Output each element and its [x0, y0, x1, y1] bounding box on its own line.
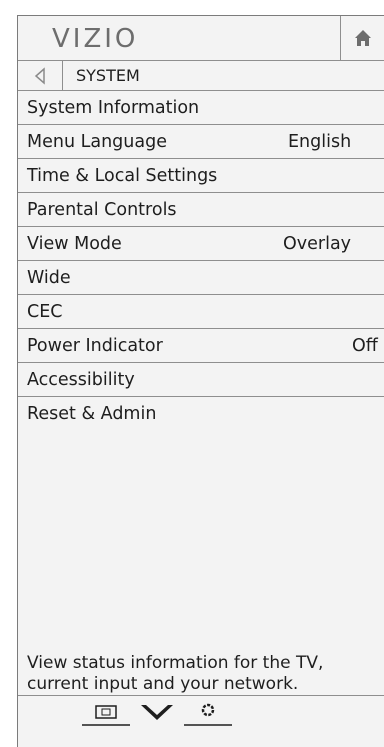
menu-item-power-indicator[interactable]: Power Indicator Off — [18, 329, 384, 363]
home-button[interactable] — [340, 16, 384, 60]
input-icon[interactable] — [82, 704, 130, 726]
navigation-row: SYSTEM — [18, 61, 384, 91]
menu-item-label: Wide — [27, 268, 71, 288]
menu-item-parental-controls[interactable]: Parental Controls — [18, 193, 384, 227]
vizio-logo: VIZIO — [52, 24, 139, 54]
menu-item-accessibility[interactable]: Accessibility — [18, 363, 384, 397]
chevron-down-icon[interactable] — [140, 704, 174, 722]
menu-item-label: System Information — [27, 98, 200, 118]
menu-item-system-information[interactable]: System Information — [18, 91, 384, 125]
menu-title: SYSTEM — [76, 66, 140, 85]
menu-item-reset-admin[interactable]: Reset & Admin — [18, 397, 384, 431]
menu-item-label: View Mode — [27, 234, 122, 254]
menu-item-wide[interactable]: Wide — [18, 261, 384, 295]
settings-panel: VIZIO SYSTEM System Information Menu Lan… — [17, 15, 384, 747]
bottom-bar — [18, 695, 384, 747]
menu-item-label: CEC — [27, 302, 63, 322]
menu-item-label: Power Indicator — [27, 336, 163, 356]
menu-item-value: Off — [352, 336, 378, 356]
menu-item-view-mode[interactable]: View Mode Overlay — [18, 227, 384, 261]
back-arrow-icon — [34, 66, 45, 85]
menu-item-label: Accessibility — [27, 370, 135, 390]
settings-icon[interactable] — [184, 700, 232, 726]
menu-item-label: Time & Local Settings — [27, 166, 218, 186]
menu-item-label: Parental Controls — [27, 200, 177, 220]
menu-item-label: Menu Language — [27, 132, 167, 152]
header-row: VIZIO — [18, 16, 384, 61]
back-button[interactable] — [18, 61, 63, 90]
menu-item-menu-language[interactable]: Menu Language English — [18, 125, 384, 159]
settings-menu: System Information Menu Language English… — [18, 91, 384, 431]
help-text: View status information for the TV, curr… — [27, 653, 324, 694]
menu-item-cec[interactable]: CEC — [18, 295, 384, 329]
menu-item-value: English — [288, 132, 352, 152]
menu-item-label: Reset & Admin — [27, 404, 157, 424]
menu-item-time-local-settings[interactable]: Time & Local Settings — [18, 159, 384, 193]
home-icon — [355, 30, 371, 46]
menu-item-value: Overlay — [283, 234, 352, 254]
